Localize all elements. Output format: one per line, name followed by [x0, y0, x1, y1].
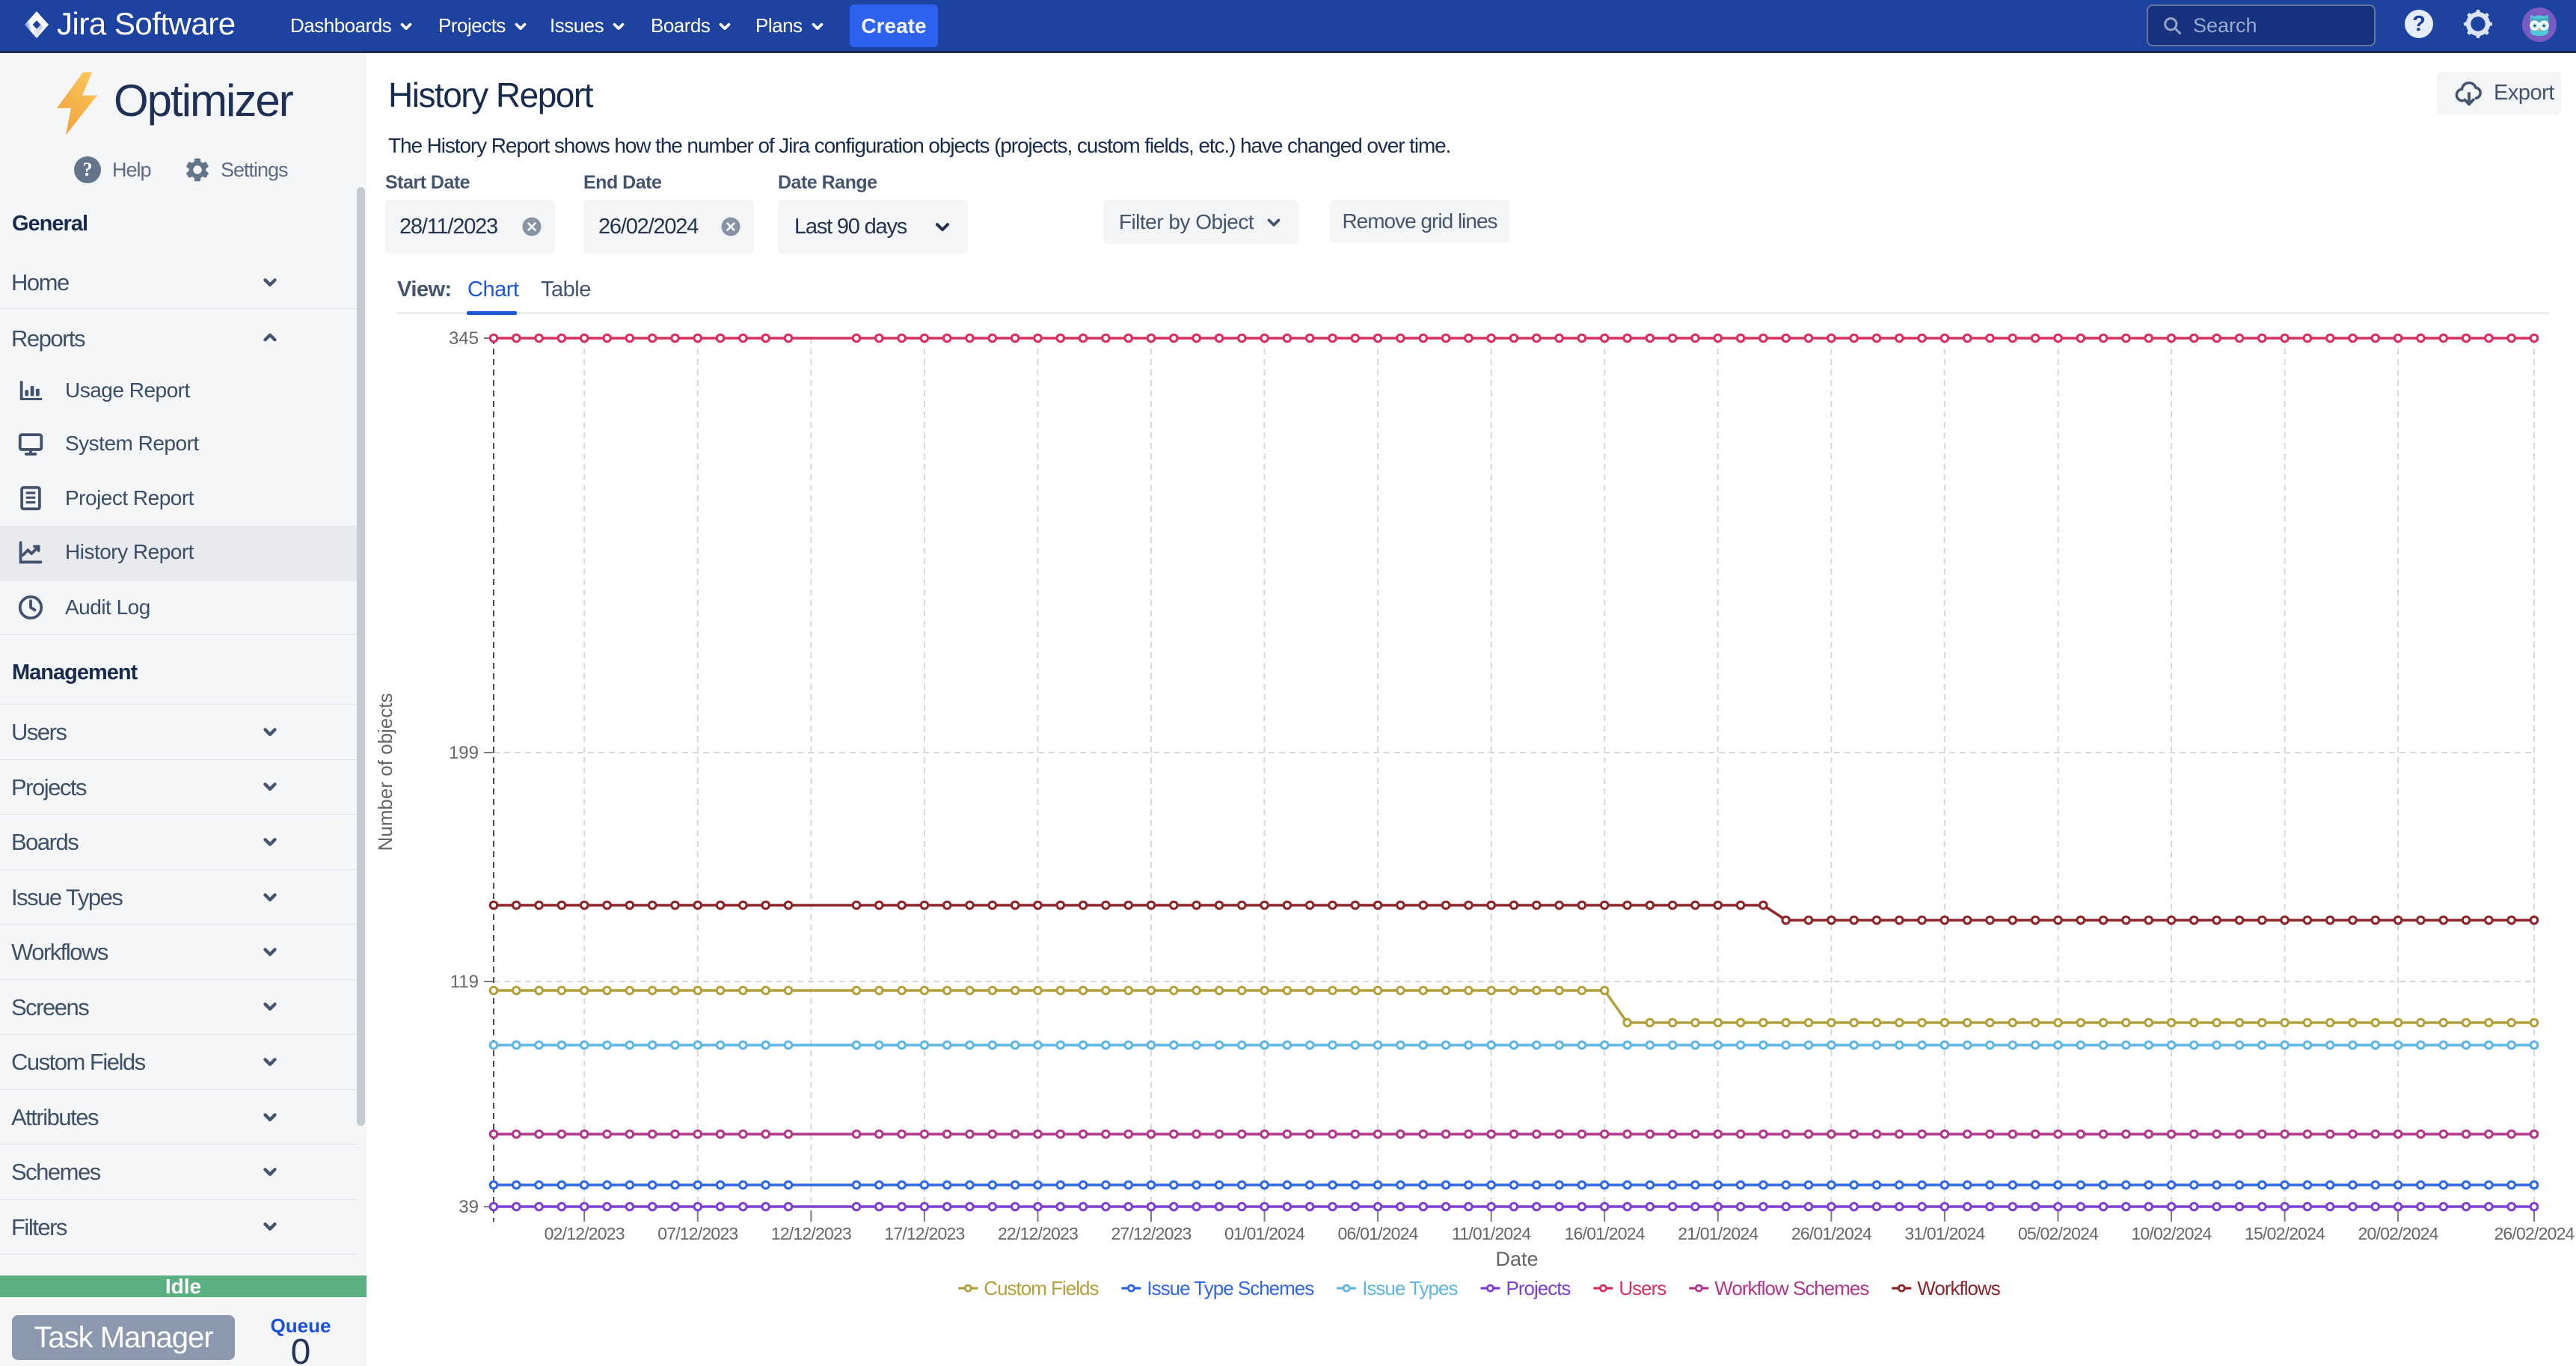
- svg-text:12/12/2023: 12/12/2023: [771, 1224, 851, 1243]
- svg-text:05/02/2024: 05/02/2024: [2018, 1224, 2099, 1243]
- svg-text:26/01/2024: 26/01/2024: [1791, 1224, 1872, 1243]
- svg-text:199: 199: [449, 743, 479, 763]
- svg-text:07/12/2023: 07/12/2023: [657, 1224, 737, 1243]
- svg-text:15/02/2024: 15/02/2024: [2245, 1224, 2325, 1243]
- svg-text:16/01/2024: 16/01/2024: [1565, 1224, 1646, 1243]
- svg-text:26/02/2024: 26/02/2024: [2494, 1224, 2575, 1243]
- svg-text:Issue Types: Issue Types: [1362, 1277, 1458, 1299]
- svg-text:20/02/2024: 20/02/2024: [2358, 1224, 2439, 1243]
- svg-text:119: 119: [450, 972, 479, 992]
- svg-text:Issue Type Schemes: Issue Type Schemes: [1147, 1277, 1314, 1299]
- svg-text:Projects: Projects: [1506, 1277, 1571, 1299]
- svg-text:21/01/2024: 21/01/2024: [1678, 1224, 1758, 1243]
- svg-text:22/12/2023: 22/12/2023: [998, 1224, 1078, 1243]
- svg-text:10/02/2024: 10/02/2024: [2131, 1224, 2212, 1243]
- svg-text:39: 39: [459, 1197, 479, 1217]
- svg-text:Number of objects: Number of objects: [374, 693, 396, 851]
- svg-text:345: 345: [449, 328, 479, 349]
- svg-text:06/01/2024: 06/01/2024: [1338, 1224, 1419, 1243]
- svg-text:31/01/2024: 31/01/2024: [1904, 1224, 1985, 1243]
- svg-text:01/01/2024: 01/01/2024: [1224, 1224, 1305, 1243]
- svg-text:Workflow Schemes: Workflow Schemes: [1714, 1277, 1869, 1299]
- svg-text:02/12/2023: 02/12/2023: [545, 1224, 625, 1243]
- svg-text:Date: Date: [1495, 1248, 1538, 1270]
- svg-text:27/12/2023: 27/12/2023: [1111, 1224, 1191, 1243]
- svg-text:Custom Fields: Custom Fields: [984, 1277, 1099, 1299]
- svg-text:Workflows: Workflows: [1917, 1277, 2000, 1299]
- svg-text:Users: Users: [1619, 1277, 1666, 1299]
- svg-text:11/01/2024: 11/01/2024: [1452, 1224, 1531, 1243]
- svg-text:17/12/2023: 17/12/2023: [884, 1224, 964, 1243]
